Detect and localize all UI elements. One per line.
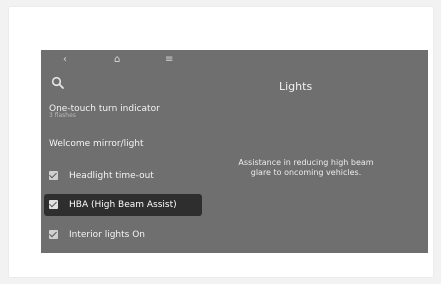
home-icon[interactable]: ⌂: [114, 54, 120, 66]
menu-item-label: HBA (High Beam Assist): [69, 200, 177, 210]
menu-item-one-touch-turn-indicator[interactable]: One-touch turn indicator 3 flashes: [41, 98, 201, 120]
menu-item-hba-high-beam-assist[interactable]: HBA (High Beam Assist): [44, 194, 202, 216]
menu-item-interior-lights-on[interactable]: Interior lights On: [41, 224, 201, 246]
infotainment-screen: ‹ ⌂ ≡ Lights One-touch turn indicator 3 …: [41, 50, 428, 253]
menu-item-sublabel: 3 flashes: [49, 112, 76, 119]
menu-item-label: Welcome mirror/light: [49, 139, 144, 149]
menu-item-label: Interior lights On: [69, 230, 145, 240]
checkbox-checked[interactable]: [49, 230, 58, 239]
menu-item-headlight-time-out[interactable]: Headlight time-out: [41, 165, 201, 187]
chevron-left-icon[interactable]: ‹: [63, 54, 67, 66]
search-icon[interactable]: [51, 76, 65, 90]
menu-item-welcome-mirror-light[interactable]: Welcome mirror/light: [41, 133, 201, 155]
page-title: Lights: [279, 80, 313, 93]
checkbox-checked[interactable]: [49, 200, 58, 209]
menu-icon[interactable]: ≡: [165, 54, 173, 66]
photo-frame: ‹ ⌂ ≡ Lights One-touch turn indicator 3 …: [9, 7, 433, 277]
menu-item-label: Headlight time-out: [69, 171, 154, 181]
feature-description: Assistance in reducing high beam glare t…: [238, 158, 374, 177]
checkbox-checked[interactable]: [49, 171, 58, 180]
nav-bar: ‹ ⌂ ≡: [41, 50, 428, 72]
